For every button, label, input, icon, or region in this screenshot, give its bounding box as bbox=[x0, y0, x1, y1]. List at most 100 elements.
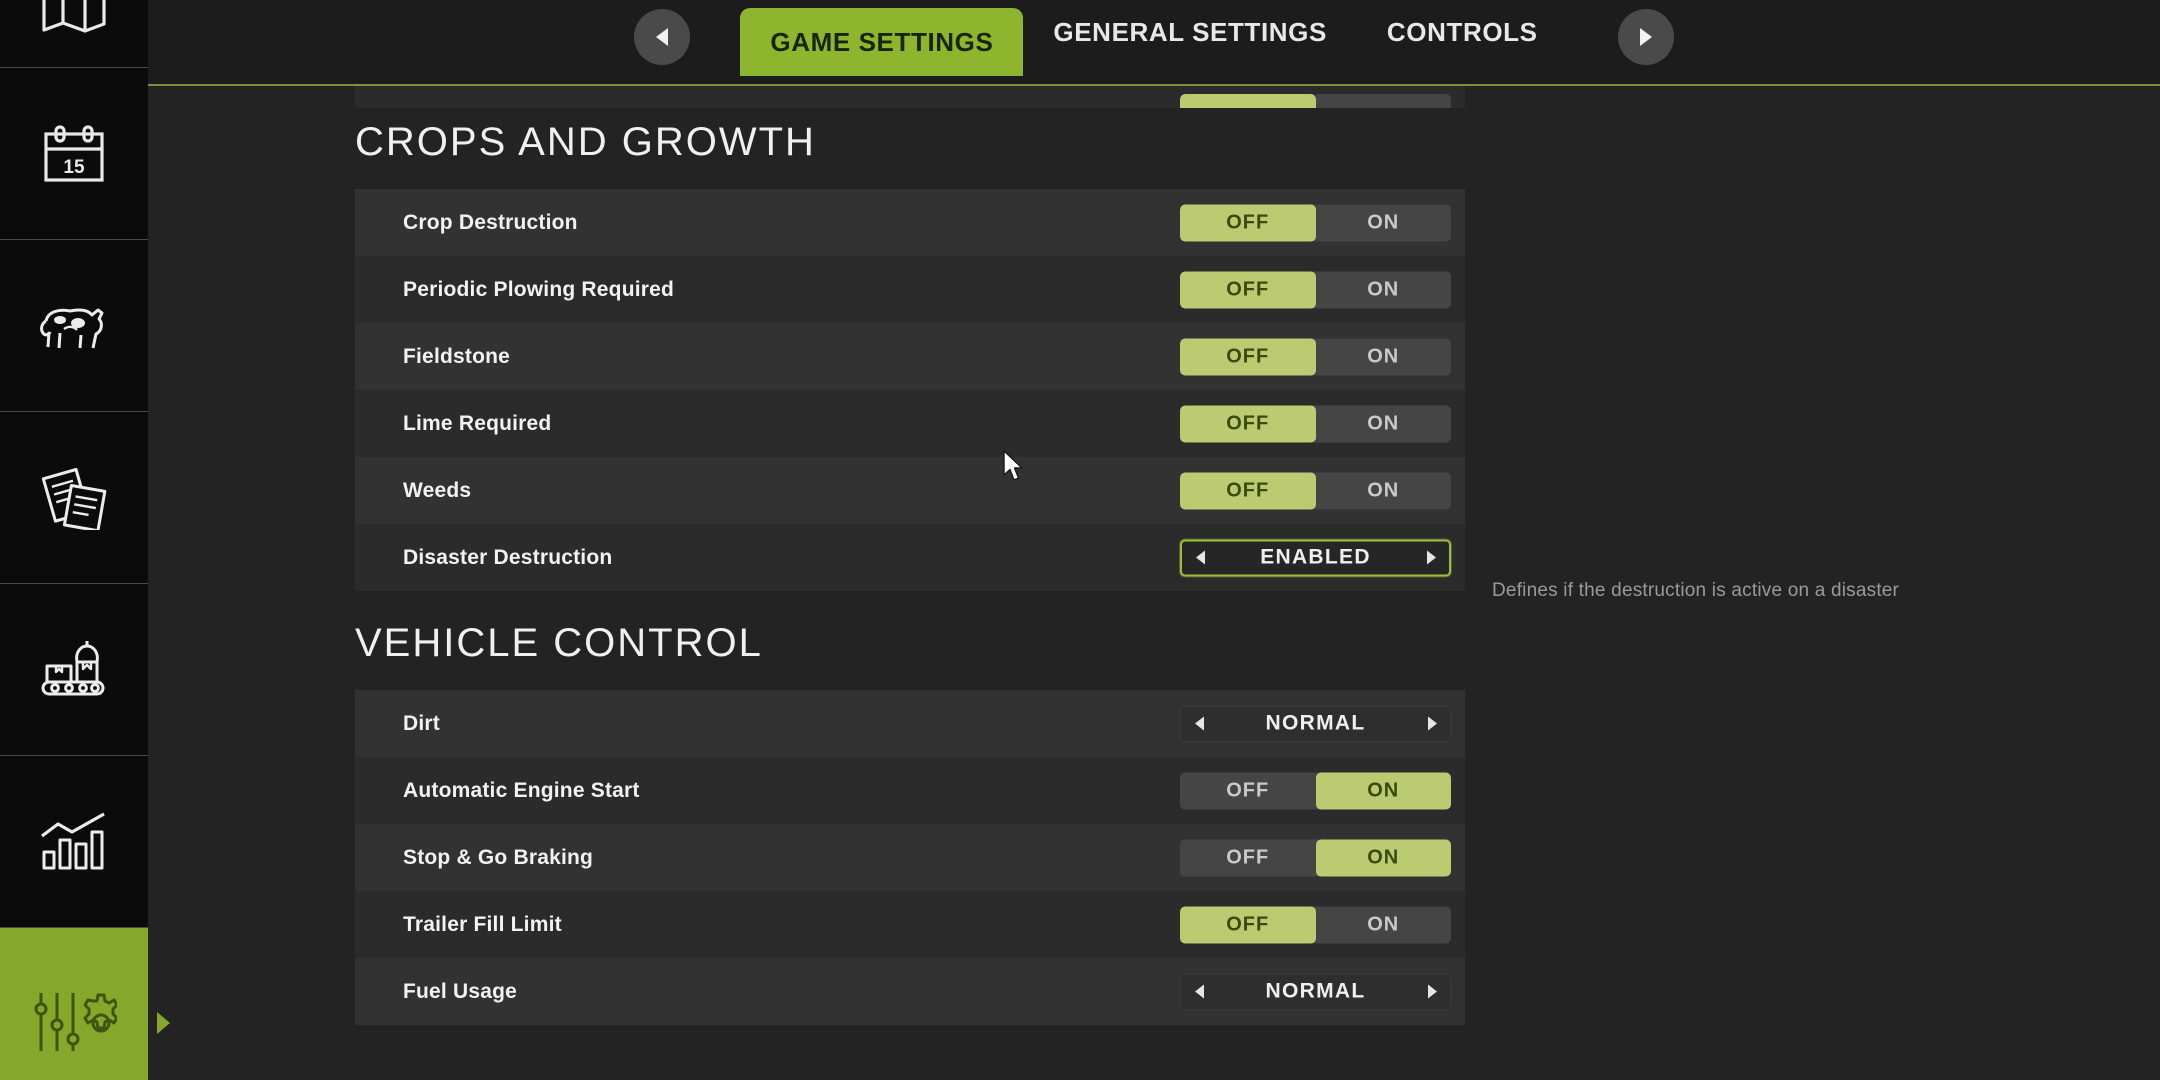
section-title-vehicle-control: VEHICLE CONTROL bbox=[355, 621, 763, 665]
stepper-next-button[interactable] bbox=[1413, 550, 1449, 565]
row-label: Lime Required bbox=[403, 411, 552, 435]
table-row[interactable]: Trailer Fill Limit OFF ON bbox=[355, 891, 1465, 958]
toggle-on[interactable]: ON bbox=[1315, 472, 1451, 509]
sidebar-item-production[interactable] bbox=[0, 584, 148, 756]
row-label: Disaster Destruction bbox=[403, 545, 613, 569]
toggle-off[interactable]: OFF bbox=[1180, 271, 1316, 308]
toggle-off[interactable]: OFF bbox=[1180, 906, 1316, 943]
sliders-gear-icon bbox=[31, 987, 117, 1059]
stepper-prev-button[interactable] bbox=[1181, 984, 1217, 999]
tab-bar: GAME SETTINGS GENERAL SETTINGS CONTROLS bbox=[148, 0, 2160, 86]
prev-page-button[interactable] bbox=[634, 9, 691, 65]
tab-game-settings[interactable]: GAME SETTINGS bbox=[740, 8, 1024, 76]
table-row[interactable]: Fieldstone OFF ON bbox=[355, 323, 1465, 390]
svg-text:15: 15 bbox=[63, 157, 85, 178]
next-page-button[interactable] bbox=[1617, 9, 1674, 65]
conveyor-icon bbox=[37, 638, 111, 702]
stepper-value: NORMAL bbox=[1265, 711, 1366, 735]
tab-label: CONTROLS bbox=[1386, 16, 1538, 47]
toggle-on[interactable]: ON bbox=[1315, 405, 1451, 442]
toggle-periodic-plowing-required[interactable]: OFF ON bbox=[1180, 271, 1451, 308]
toggle-off[interactable]: OFF bbox=[1180, 338, 1316, 375]
sidebar-item-statistics[interactable] bbox=[0, 756, 148, 928]
toggle-on[interactable]: ON bbox=[1315, 906, 1451, 943]
table-row[interactable]: Dirt NORMAL bbox=[355, 690, 1465, 757]
toggle-off[interactable]: OFF bbox=[1180, 472, 1316, 509]
row-label: Dirt bbox=[403, 711, 440, 735]
row-label: Automatic Engine Start bbox=[403, 778, 640, 802]
toggle-off-half bbox=[1180, 94, 1316, 108]
toggle-trailer-fill-limit[interactable]: OFF ON bbox=[1180, 906, 1451, 943]
stepper-prev-button[interactable] bbox=[1181, 716, 1217, 731]
map-icon bbox=[40, 0, 108, 34]
triangle-left-icon bbox=[1195, 550, 1205, 565]
tab-label: GAME SETTINGS bbox=[770, 26, 994, 57]
stepper-prev-button[interactable] bbox=[1182, 550, 1218, 565]
table-row[interactable]: Fuel Usage NORMAL bbox=[355, 958, 1465, 1025]
toggle-on-half bbox=[1315, 94, 1451, 108]
table-row[interactable]: Periodic Plowing Required OFF ON bbox=[355, 256, 1465, 323]
row-label: Weeds bbox=[403, 478, 472, 502]
partial-row-above bbox=[355, 86, 1465, 108]
toggle-weeds[interactable]: OFF ON bbox=[1180, 472, 1451, 509]
stepper-dirt[interactable]: NORMAL bbox=[1180, 705, 1451, 742]
toggle-on[interactable]: ON bbox=[1315, 204, 1451, 241]
toggle-lime-required[interactable]: OFF ON bbox=[1180, 405, 1451, 442]
section-rows-crops-and-growth: Crop Destruction OFF ON Periodic Plowing… bbox=[148, 189, 2160, 591]
chevron-right-icon bbox=[1639, 28, 1652, 46]
tab-underline bbox=[148, 84, 2160, 86]
row-label: Stop & Go Braking bbox=[403, 845, 594, 869]
stepper-value: ENABLED bbox=[1260, 545, 1371, 569]
calendar-15-icon: 15 bbox=[41, 123, 107, 185]
table-row[interactable]: Disaster Destruction ENABLED bbox=[355, 524, 1465, 591]
toggle-on[interactable]: ON bbox=[1315, 271, 1451, 308]
sidebar: 15 bbox=[0, 0, 148, 1080]
stepper-next-button[interactable] bbox=[1414, 984, 1450, 999]
toggle-fieldstone[interactable]: OFF ON bbox=[1180, 338, 1451, 375]
row-label: Periodic Plowing Required bbox=[403, 277, 675, 301]
tab-label: GENERAL SETTINGS bbox=[1053, 16, 1327, 47]
row-label: Fieldstone bbox=[403, 344, 511, 368]
triangle-right-icon bbox=[1427, 984, 1437, 999]
game-settings-screen: 15 GAME SETTINGS GENERAL SETTINGS CONTRO… bbox=[0, 0, 2160, 1080]
tab-controls[interactable]: CONTROLS bbox=[1357, 0, 1568, 64]
table-row[interactable]: Lime Required OFF ON bbox=[355, 390, 1465, 457]
stepper-value: NORMAL bbox=[1265, 979, 1366, 1003]
table-row[interactable]: Automatic Engine Start OFF ON bbox=[355, 757, 1465, 824]
toggle-on[interactable]: ON bbox=[1315, 338, 1451, 375]
toggle-on[interactable]: ON bbox=[1315, 772, 1451, 809]
tooltip-text: Defines if the destruction is active on … bbox=[1492, 580, 1900, 601]
toggle-off[interactable]: OFF bbox=[1180, 405, 1316, 442]
stepper-disaster-destruction[interactable]: ENABLED bbox=[1180, 539, 1451, 576]
tab-general-settings[interactable]: GENERAL SETTINGS bbox=[1023, 0, 1357, 64]
bar-chart-icon bbox=[38, 812, 110, 872]
stepper-fuel-usage[interactable]: NORMAL bbox=[1180, 973, 1451, 1010]
triangle-left-icon bbox=[1194, 716, 1204, 731]
sidebar-item-map[interactable] bbox=[0, 0, 148, 68]
triangle-right-icon bbox=[1426, 550, 1436, 565]
table-row[interactable]: Crop Destruction OFF ON bbox=[355, 189, 1465, 256]
sidebar-item-contracts[interactable] bbox=[0, 412, 148, 584]
row-label: Fuel Usage bbox=[403, 979, 518, 1003]
toggle-automatic-engine-start[interactable]: OFF ON bbox=[1180, 772, 1451, 809]
toggle-on[interactable]: ON bbox=[1315, 839, 1451, 876]
stepper-next-button[interactable] bbox=[1414, 716, 1450, 731]
section-rows-vehicle-control: Dirt NORMAL Automatic Engine Start OFF O… bbox=[148, 690, 2160, 1025]
documents-icon bbox=[40, 466, 108, 530]
chevron-left-icon bbox=[656, 28, 669, 46]
row-label: Trailer Fill Limit bbox=[403, 912, 562, 936]
toggle-crop-destruction[interactable]: OFF ON bbox=[1180, 204, 1451, 241]
toggle-off[interactable]: OFF bbox=[1180, 204, 1316, 241]
cow-icon bbox=[36, 299, 112, 353]
sidebar-item-settings[interactable] bbox=[0, 928, 148, 1080]
partial-toggle bbox=[1180, 94, 1451, 108]
sidebar-item-animals[interactable] bbox=[0, 240, 148, 412]
table-row[interactable]: Weeds OFF ON bbox=[355, 457, 1465, 524]
toggle-off[interactable]: OFF bbox=[1180, 839, 1316, 876]
toggle-off[interactable]: OFF bbox=[1180, 772, 1316, 809]
toggle-stop-and-go-braking[interactable]: OFF ON bbox=[1180, 839, 1451, 876]
row-label: Crop Destruction bbox=[403, 210, 578, 234]
table-row[interactable]: Stop & Go Braking OFF ON bbox=[355, 824, 1465, 891]
sidebar-item-calendar[interactable]: 15 bbox=[0, 68, 148, 240]
triangle-left-icon bbox=[1194, 984, 1204, 999]
